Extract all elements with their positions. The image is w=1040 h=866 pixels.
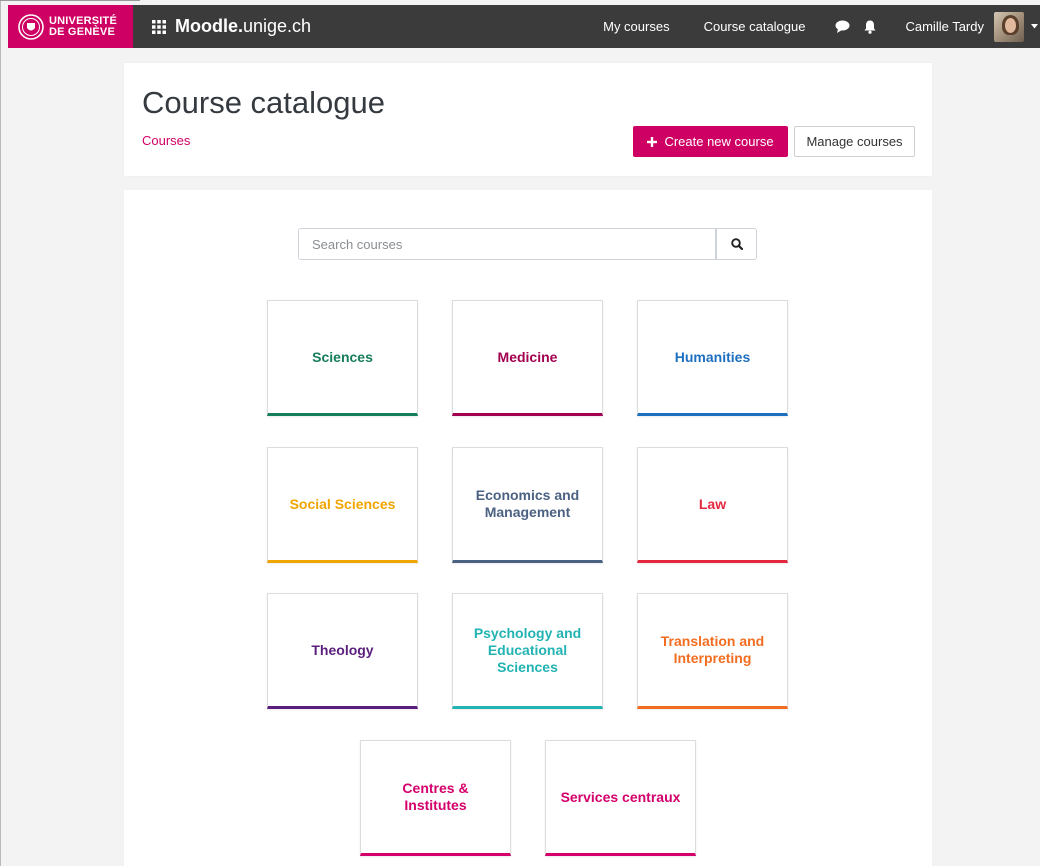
- avatar-face: [1005, 17, 1016, 33]
- top-navbar: UNIVERSITÉ DE GENÈVE Moodle.unige.ch My …: [8, 5, 1040, 48]
- avatar[interactable]: [994, 11, 1024, 42]
- university-logo[interactable]: UNIVERSITÉ DE GENÈVE: [8, 5, 133, 48]
- search-icon: [730, 238, 743, 250]
- category-tile-label: Psychology and Educational Sciences: [473, 624, 582, 675]
- category-tile-label: Medicine: [497, 348, 558, 365]
- chat-bubble-icon[interactable]: [835, 20, 850, 33]
- category-tile-label: Social Sciences: [289, 495, 396, 512]
- window-edge: [0, 0, 1, 866]
- bell-icon[interactable]: [864, 20, 876, 34]
- category-tile-label: Sciences: [312, 348, 373, 365]
- category-tile-label: Centres & Institutes: [402, 780, 469, 813]
- site-name-domain: unige.ch: [243, 16, 312, 36]
- category-tile-label: Law: [698, 495, 727, 512]
- search-courses-input[interactable]: [298, 228, 716, 260]
- category-tile[interactable]: Theology: [267, 593, 418, 709]
- category-tile-label: Translation and Interpreting: [660, 633, 765, 666]
- category-tile[interactable]: Sciences: [267, 300, 418, 416]
- page-title: Course catalogue: [142, 85, 385, 120]
- category-tile[interactable]: Psychology and Educational Sciences: [452, 593, 603, 709]
- breadcrumb-courses[interactable]: Courses: [142, 133, 190, 148]
- page-header: Course catalogue Courses Create new cour…: [124, 63, 932, 176]
- course-catalogue-panel: Sciences Medicine Humanities Social Science…: [124, 190, 932, 866]
- category-tile[interactable]: Services centraux: [545, 740, 696, 856]
- create-new-course-label: Create new course: [664, 134, 774, 149]
- category-tile-label: Theology: [311, 641, 374, 658]
- category-tile[interactable]: Centres & Institutes: [360, 740, 511, 856]
- university-name-line1: UNIVERSITÉ: [49, 14, 118, 27]
- category-tile[interactable]: Social Sciences: [267, 447, 418, 563]
- category-tile-label: Services centraux: [560, 788, 681, 805]
- university-seal-icon: [18, 13, 44, 40]
- category-tile-label: Economics and Management: [475, 487, 580, 520]
- apps-grid-icon[interactable]: [152, 19, 166, 34]
- window-edge-top: [0, 0, 140, 1]
- caret-down-icon[interactable]: [1031, 24, 1038, 29]
- plus-icon: [647, 136, 658, 147]
- nav-link-course-catalogue[interactable]: Course catalogue: [704, 19, 806, 34]
- manage-courses-button[interactable]: Manage courses: [794, 126, 915, 157]
- category-tile[interactable]: Economics and Management: [452, 447, 603, 563]
- category-tile[interactable]: Law: [637, 447, 788, 563]
- site-name-bold: Moodle.: [175, 16, 243, 36]
- university-name: UNIVERSITÉ DE GENÈVE: [49, 14, 118, 38]
- navbar-right: My courses Course catalogue Camille Tard…: [603, 5, 1040, 48]
- site-name-link[interactable]: Moodle.unige.ch: [175, 16, 311, 37]
- nav-link-my-courses[interactable]: My courses: [603, 19, 669, 34]
- search-button[interactable]: [716, 228, 757, 260]
- category-tile[interactable]: Translation and Interpreting: [637, 593, 788, 709]
- category-tile[interactable]: Humanities: [637, 300, 788, 416]
- category-tile[interactable]: Medicine: [452, 300, 603, 416]
- create-new-course-button[interactable]: Create new course: [633, 126, 788, 157]
- university-name-line2: DE GENÈVE: [49, 25, 115, 38]
- category-tile-label: Humanities: [674, 348, 751, 365]
- user-name[interactable]: Camille Tardy: [905, 19, 984, 34]
